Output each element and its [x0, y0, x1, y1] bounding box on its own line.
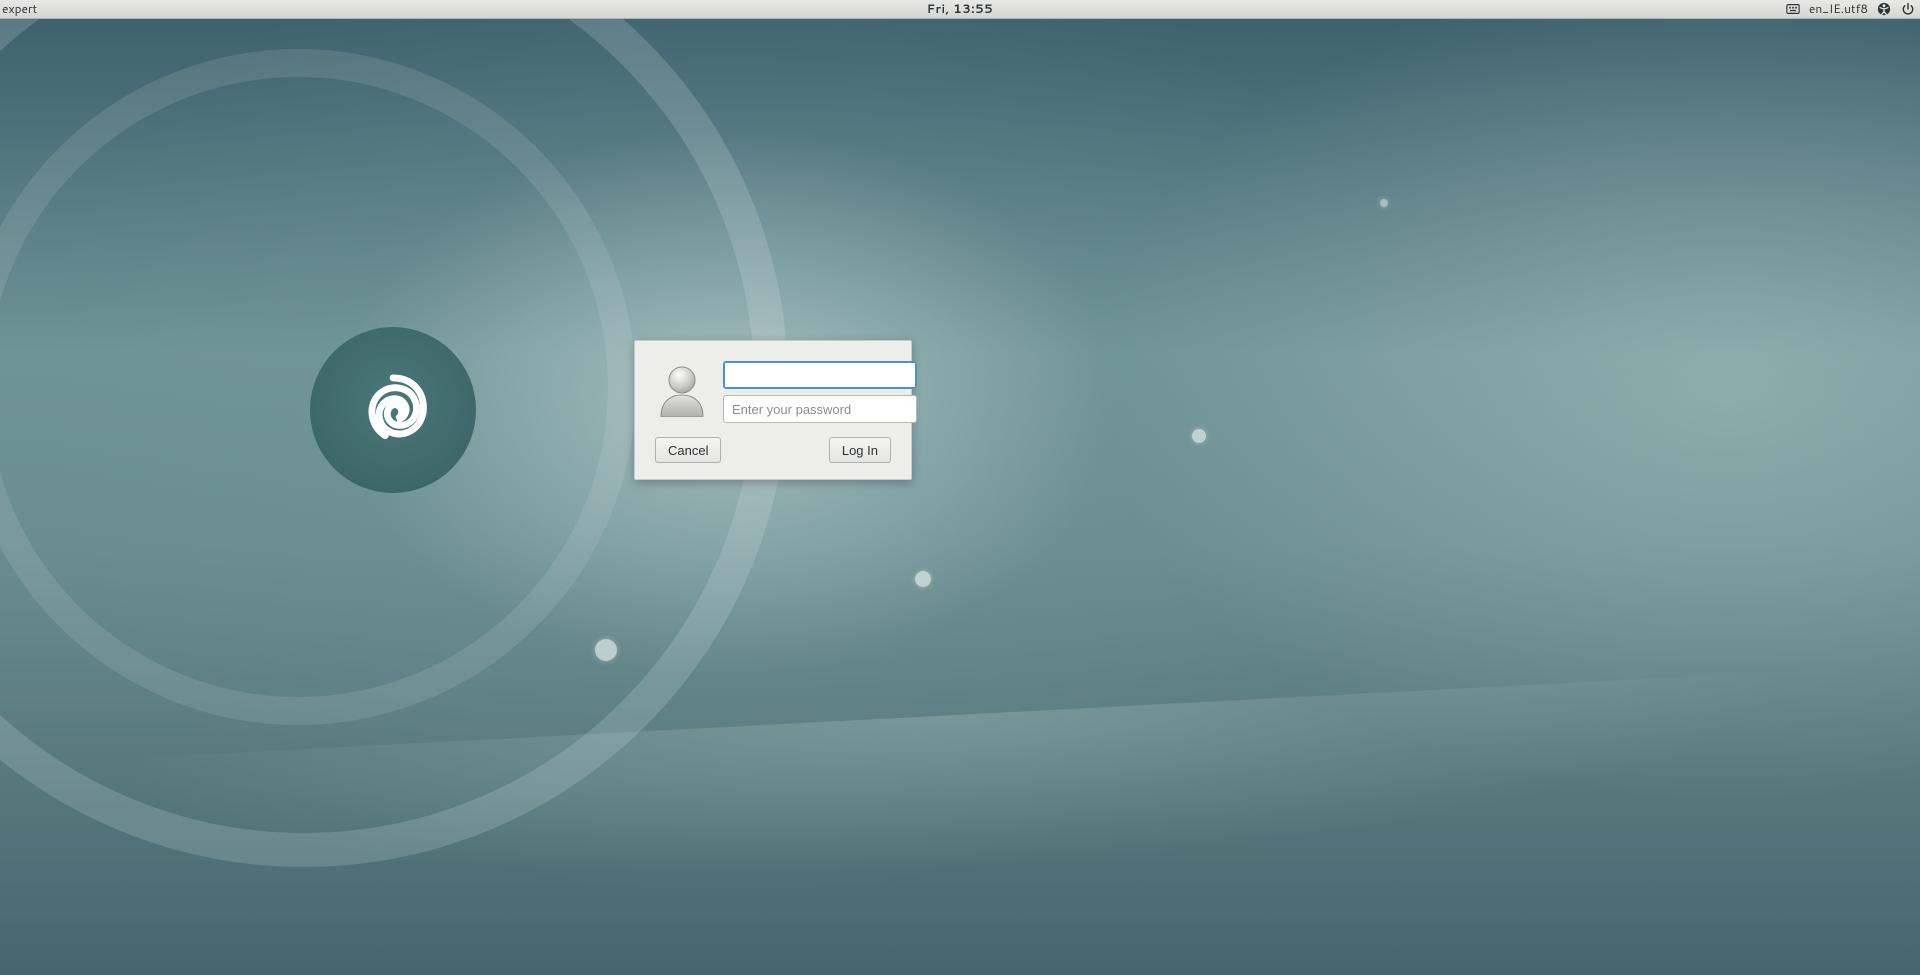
clock-label[interactable]: Fri, 13:55	[927, 0, 993, 18]
login-button[interactable]: Log In	[829, 437, 891, 463]
password-input[interactable]	[723, 395, 917, 423]
hostname-label: expert	[2, 0, 37, 18]
login-dialog: Cancel Log In	[634, 340, 912, 480]
top-panel: expert Fri, 13:55 en_IE.utf8	[0, 0, 1920, 19]
username-input[interactable]	[723, 361, 917, 389]
distro-badge	[310, 327, 476, 493]
keyboard-layout-icon[interactable]	[1785, 1, 1801, 17]
wallpaper: Cancel Log In	[0, 19, 1920, 975]
panel-right-group: en_IE.utf8	[1785, 0, 1916, 18]
debian-swirl-icon	[350, 365, 436, 456]
locale-label[interactable]: en_IE.utf8	[1809, 0, 1868, 18]
accessibility-icon[interactable]	[1876, 1, 1892, 17]
user-avatar-icon	[655, 363, 709, 417]
power-icon[interactable]	[1900, 1, 1916, 17]
cancel-button[interactable]: Cancel	[655, 437, 721, 463]
